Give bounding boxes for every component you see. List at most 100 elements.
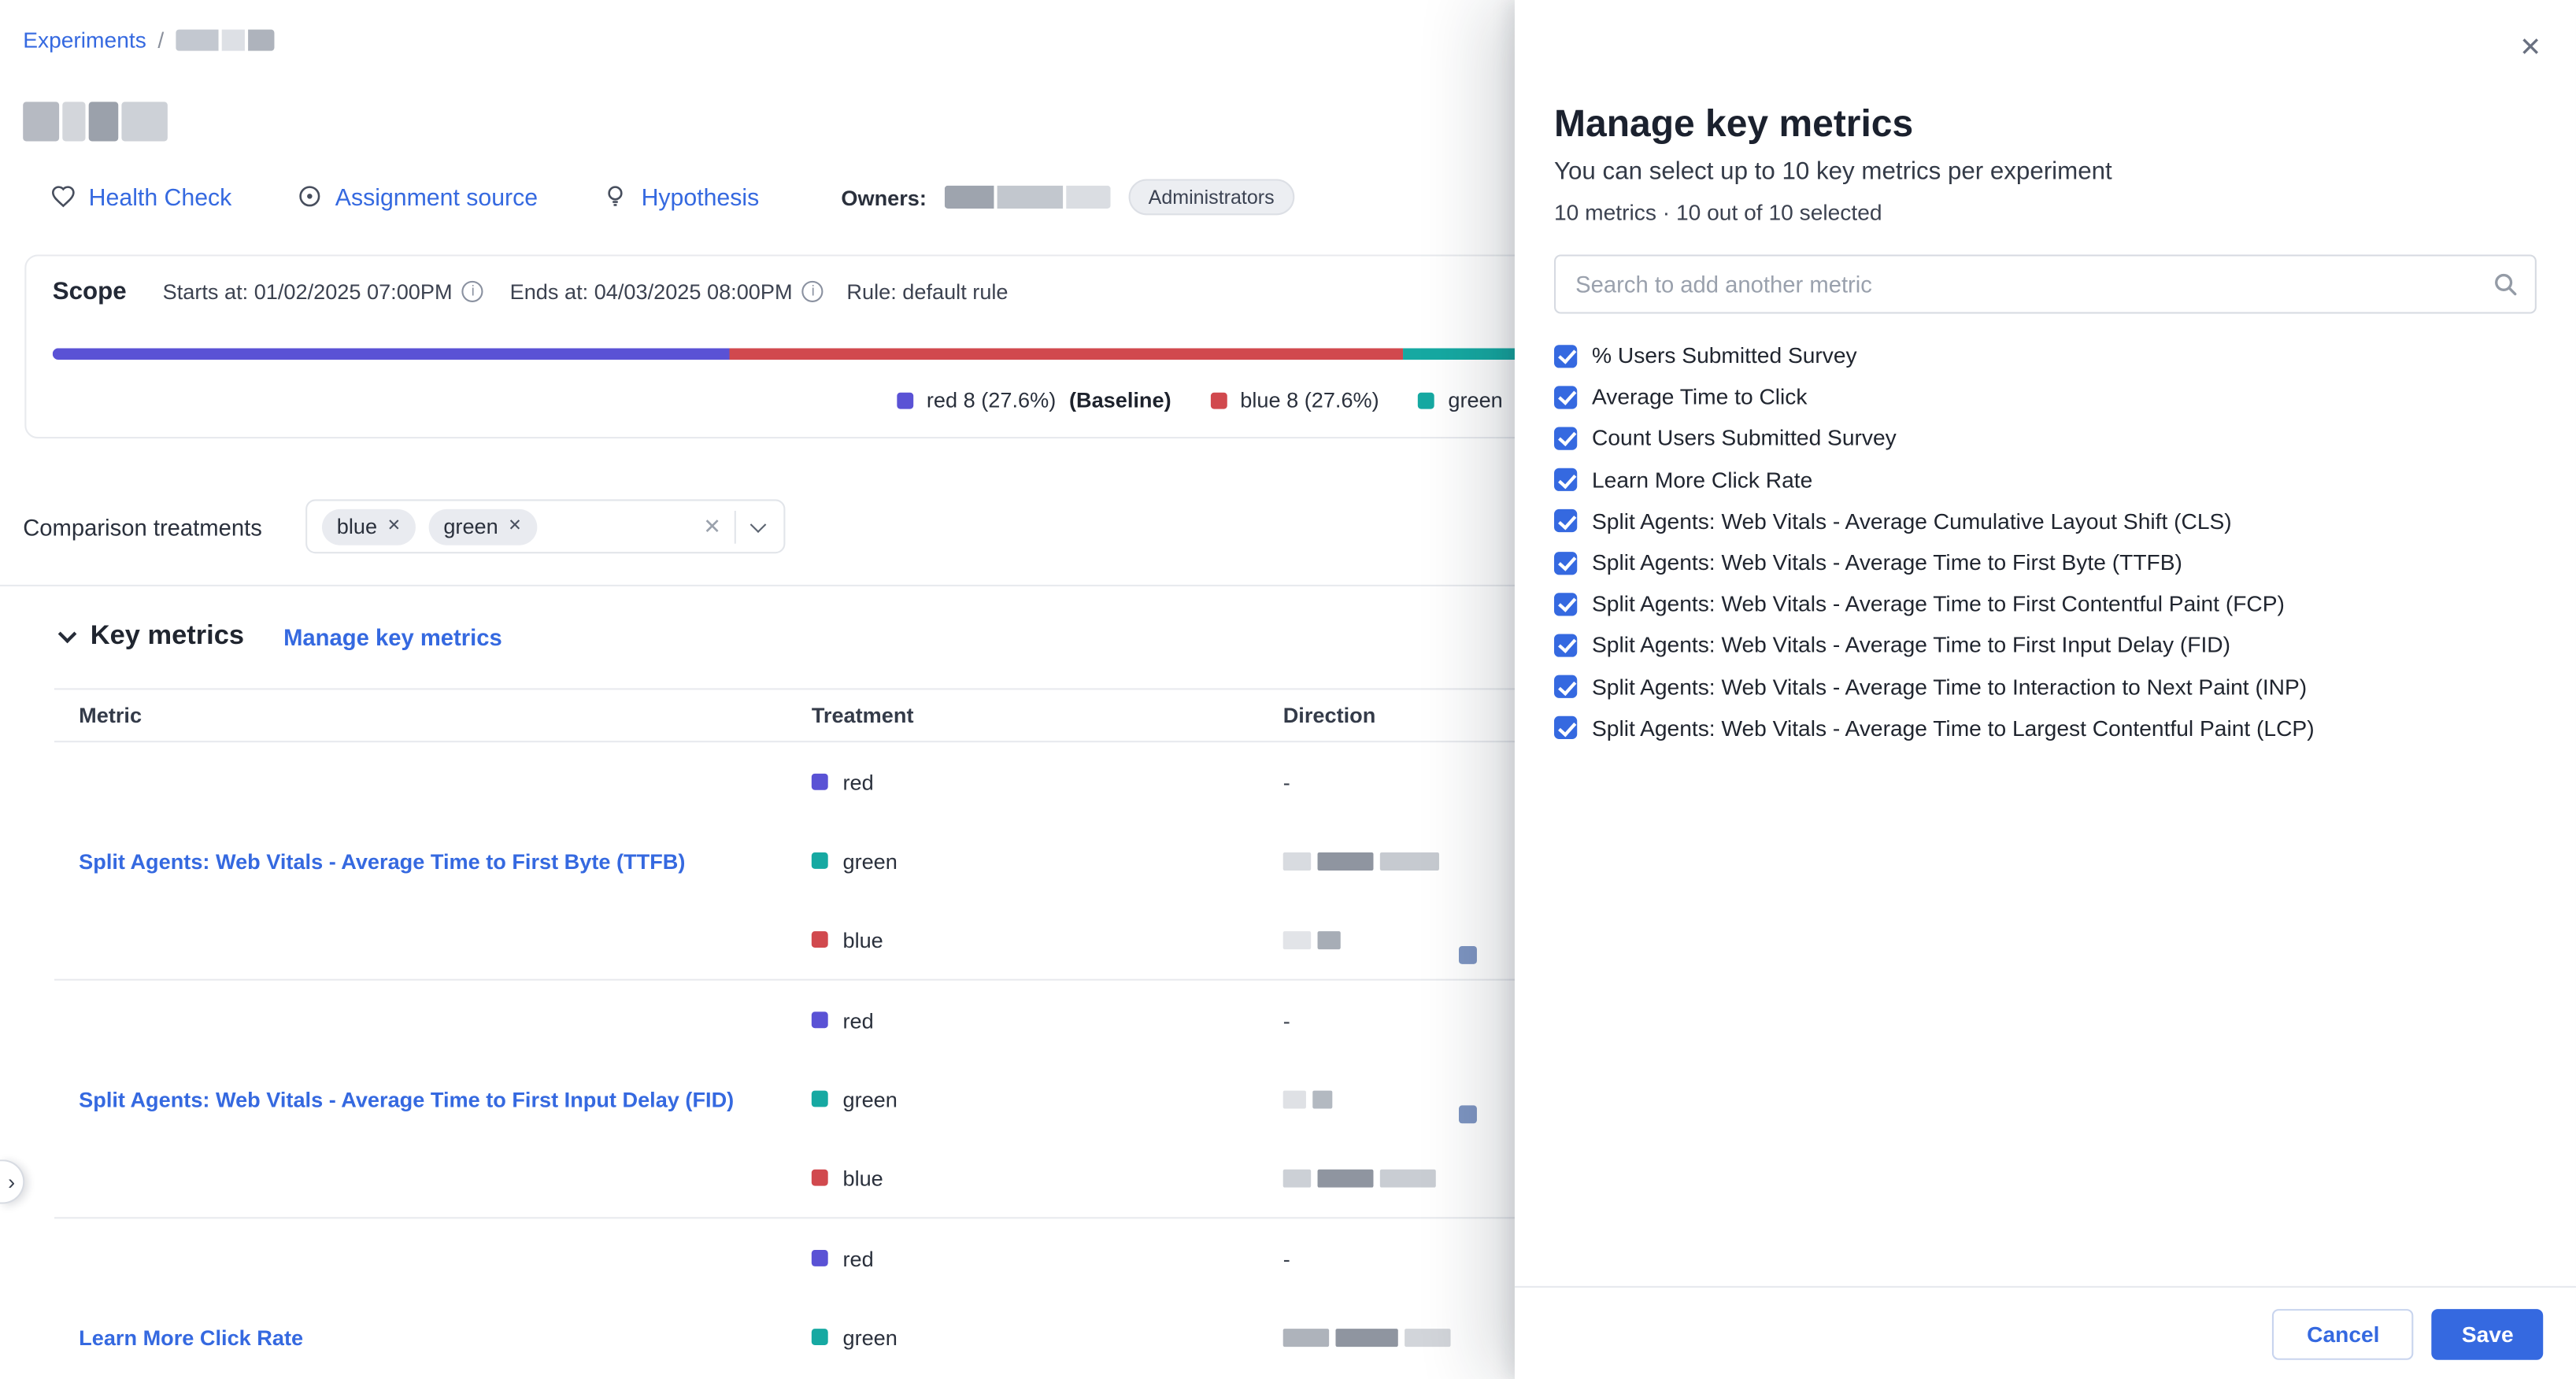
scope-ends-at: Ends at: 04/03/2025 08:00PM i: [510, 279, 824, 304]
treatment-cell: green: [812, 1086, 1283, 1111]
metric-label: Count Users Submitted Survey: [1592, 426, 1897, 450]
redacted-value: [1312, 1090, 1332, 1108]
metric-checkbox-item[interactable]: Split Agents: Web Vitals - Average Time …: [1554, 542, 2537, 583]
remove-chip-icon[interactable]: ✕: [508, 517, 522, 535]
metric-checkbox-item[interactable]: Count Users Submitted Survey: [1554, 418, 2537, 460]
experiment-tabs: Health Check Assignment source Hypothesi…: [51, 181, 760, 217]
metric-checkbox-item[interactable]: Split Agents: Web Vitals - Average Time …: [1554, 625, 2537, 667]
manage-key-metrics-panel: ✕ Manage key metrics You can select up t…: [1515, 0, 2576, 1379]
checkbox-checked-icon[interactable]: [1554, 510, 1577, 533]
tab-assignment-source[interactable]: Assignment source: [298, 183, 538, 215]
save-button[interactable]: Save: [2432, 1308, 2543, 1359]
legend-label: green: [1448, 387, 1502, 412]
redacted-value: [1380, 852, 1439, 870]
info-icon[interactable]: i: [802, 281, 824, 302]
checkbox-checked-icon[interactable]: [1554, 675, 1577, 698]
treatment-name: red: [842, 770, 873, 794]
metric-checkbox-item[interactable]: Average Time to Click: [1554, 376, 2537, 418]
treatment-name: blue: [842, 927, 883, 952]
cancel-button[interactable]: Cancel: [2272, 1308, 2414, 1359]
checkbox-checked-icon[interactable]: [1554, 386, 1577, 409]
treatment-cell: blue: [812, 927, 1283, 952]
redacted-value: [1405, 1328, 1450, 1346]
redacted-value: [1283, 1090, 1306, 1108]
owners-row: Owners: Administrators: [841, 179, 1294, 215]
metric-checkbox-item[interactable]: Learn More Click Rate: [1554, 459, 2537, 501]
metric-search: [1554, 254, 2537, 313]
tab-hypothesis[interactable]: Hypothesis: [604, 183, 760, 215]
column-header-metric: Metric: [54, 703, 812, 727]
chip-label: blue: [337, 514, 377, 538]
metric-link[interactable]: Learn More Click Rate: [79, 1325, 303, 1349]
key-metrics-title: Key metrics: [91, 621, 244, 653]
metric-link[interactable]: Split Agents: Web Vitals - Average Time …: [79, 848, 685, 873]
treatment-cell: green: [812, 1325, 1283, 1349]
screen: Experiments / Health Check: [0, 0, 2576, 1379]
metric-link[interactable]: Split Agents: Web Vitals - Average Time …: [79, 1086, 734, 1111]
metric-label: Split Agents: Web Vitals - Average Time …: [1592, 715, 2315, 740]
treatment-cell: red: [812, 1007, 1283, 1032]
redacted-value: [1318, 852, 1374, 870]
checkbox-checked-icon[interactable]: [1554, 344, 1577, 367]
metric-label: Split Agents: Web Vitals - Average Time …: [1592, 633, 2230, 657]
legend-swatch: [1211, 392, 1227, 409]
metric-cell: Split Agents: Web Vitals - Average Time …: [54, 981, 812, 1217]
panel-title: Manage key metrics: [1554, 100, 2537, 146]
comparison-treatments-select[interactable]: blue ✕ green ✕ ✕: [305, 499, 785, 553]
comparison-treatments-label: Comparison treatments: [23, 514, 262, 540]
scope-starts-at: Starts at: 01/02/2025 07:00PM i: [163, 279, 484, 304]
clear-selection-icon[interactable]: ✕: [703, 513, 721, 539]
redacted-value: [1283, 930, 1311, 948]
treatment-chip-green: green ✕: [429, 508, 537, 545]
redacted-value: [1283, 1169, 1311, 1187]
metric-search-input[interactable]: [1554, 254, 2537, 313]
metric-cell: Split Agents: Web Vitals - Average Time …: [54, 742, 812, 978]
legend-item-blue: blue 8 (27.6%): [1211, 387, 1379, 412]
divider: [735, 510, 736, 543]
info-icon[interactable]: i: [462, 281, 483, 302]
metric-label: Split Agents: Web Vitals - Average Time …: [1592, 675, 2307, 699]
treatment-name: green: [842, 1086, 897, 1111]
metric-label: Split Agents: Web Vitals - Average Cumul…: [1592, 509, 2232, 534]
bar-segment-red: [53, 348, 730, 360]
heart-icon: [51, 183, 76, 215]
metric-checkbox-item[interactable]: Split Agents: Web Vitals - Average Cumul…: [1554, 501, 2537, 542]
chevron-down-icon[interactable]: [750, 516, 767, 532]
direction-value: -: [1283, 1007, 1290, 1032]
bar-segment-blue: [729, 348, 1403, 360]
legend-swatch: [897, 392, 913, 409]
metric-checkbox-item[interactable]: Split Agents: Web Vitals - Average Time …: [1554, 708, 2537, 749]
panel-footer: Cancel Save: [1515, 1286, 2576, 1379]
manage-key-metrics-link[interactable]: Manage key metrics: [283, 623, 502, 649]
checkbox-checked-icon[interactable]: [1554, 716, 1577, 739]
checkbox-checked-icon[interactable]: [1554, 468, 1577, 491]
scope-title: Scope: [53, 278, 127, 305]
tab-assignment-source-label: Assignment source: [335, 186, 538, 212]
ends-at-text: Ends at: 04/03/2025 08:00PM: [510, 279, 793, 304]
treatment-name: green: [842, 848, 897, 873]
checkbox-checked-icon[interactable]: [1554, 634, 1577, 656]
tab-health-check[interactable]: Health Check: [51, 183, 232, 215]
chip-label: green: [443, 514, 498, 538]
redacted-value: [1335, 1328, 1397, 1346]
redacted-value: [1318, 930, 1341, 948]
metric-checkbox-item[interactable]: Split Agents: Web Vitals - Average Time …: [1554, 583, 2537, 625]
collapse-chevron-icon[interactable]: [58, 624, 77, 643]
metric-label: Average Time to Click: [1592, 385, 1807, 409]
checkbox-checked-icon[interactable]: [1554, 427, 1577, 449]
breadcrumb-experiments-link[interactable]: Experiments: [23, 28, 146, 52]
redacted-value: [1283, 1328, 1329, 1346]
breadcrumb: Experiments /: [23, 28, 274, 52]
administrators-badge: Administrators: [1129, 179, 1294, 215]
column-header-treatment: Treatment: [812, 703, 1283, 727]
treatment-chip-blue: blue ✕: [322, 508, 416, 545]
treatment-dot: [812, 852, 828, 869]
close-icon[interactable]: ✕: [2519, 36, 2541, 62]
checkbox-checked-icon[interactable]: [1554, 551, 1577, 574]
lightbulb-icon: [604, 183, 628, 215]
metric-checkbox-item[interactable]: Split Agents: Web Vitals - Average Time …: [1554, 666, 2537, 708]
remove-chip-icon[interactable]: ✕: [387, 517, 402, 535]
metric-checkbox-item[interactable]: % Users Submitted Survey: [1554, 335, 2537, 377]
checkbox-checked-icon[interactable]: [1554, 593, 1577, 616]
legend-label: red 8 (27.6%): [927, 387, 1056, 412]
